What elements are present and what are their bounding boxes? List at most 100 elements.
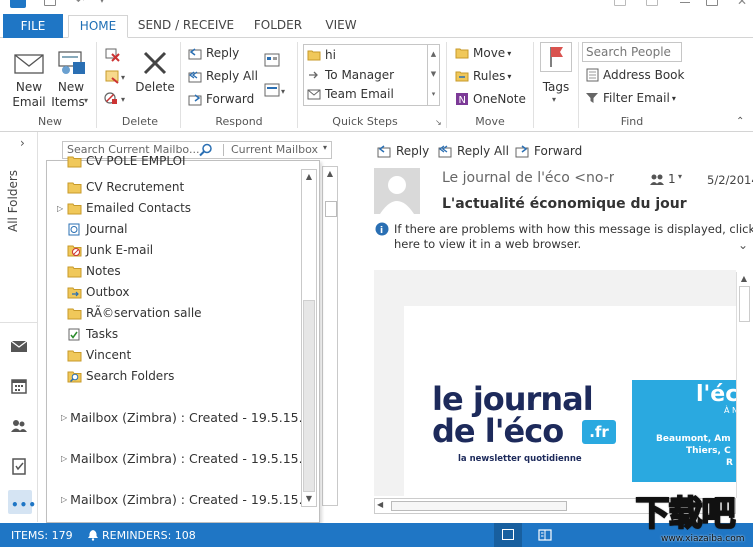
separator xyxy=(578,42,579,128)
gallery-expand[interactable]: ▾ xyxy=(427,85,439,105)
ribbon-display-icon[interactable] xyxy=(646,0,658,6)
watermark-text: 下载吧 xyxy=(635,493,737,535)
onenote-button[interactable]: N OneNote xyxy=(455,92,526,106)
reply-button[interactable]: Reply xyxy=(188,46,239,60)
search-people-input[interactable]: Search People xyxy=(582,42,682,62)
scroll-thumb[interactable] xyxy=(391,501,567,511)
recipient-count[interactable]: 1 xyxy=(668,172,676,186)
rules-button[interactable]: Rules ▾ xyxy=(455,69,511,83)
tab-home[interactable]: HOME xyxy=(68,15,128,38)
minimize-icon[interactable] xyxy=(680,2,690,3)
meeting-icon[interactable] xyxy=(264,52,280,68)
title-bar: ↶ ▾ ✕ xyxy=(0,0,753,11)
ignore-icon[interactable] xyxy=(104,46,120,62)
reply-button[interactable]: Reply xyxy=(376,144,429,158)
scroll-down-icon[interactable]: ▼ xyxy=(302,492,316,506)
delete-button[interactable]: Delete xyxy=(134,46,176,112)
quick-step-item[interactable]: To Manager xyxy=(307,66,394,84)
scroll-up-icon[interactable]: ▲ xyxy=(323,167,337,181)
expand-arrow-icon[interactable]: ▷ xyxy=(61,407,67,428)
folder-item[interactable]: Tasks xyxy=(67,324,118,345)
view-normal-icon[interactable] xyxy=(494,523,522,547)
tags-button[interactable]: Tags ▾ xyxy=(538,42,574,112)
new-items-button[interactable]: New Items ▾ xyxy=(50,46,92,112)
tab-file[interactable]: FILE xyxy=(3,14,63,38)
reading-vscrollbar[interactable]: ▲ xyxy=(736,272,752,498)
clean-up-icon[interactable]: ▾ xyxy=(104,68,130,84)
filter-email-button[interactable]: Filter Email ▾ xyxy=(585,91,676,105)
folder-item[interactable]: RÃ©servation salle xyxy=(67,303,202,324)
save-icon[interactable] xyxy=(44,0,56,6)
more-nav-button[interactable]: ••• xyxy=(8,490,36,514)
expand-folder-pane-icon[interactable]: › xyxy=(20,136,25,150)
quick-step-item[interactable]: Team Email xyxy=(307,85,394,103)
info-bar-text-1[interactable]: If there are problems with how this mess… xyxy=(394,222,753,236)
move-button[interactable]: Move ▾ xyxy=(455,46,511,60)
collapse-ribbon-icon[interactable]: ⌃ xyxy=(736,116,744,127)
mail-icon[interactable] xyxy=(9,336,29,356)
sender-name[interactable]: Le journal de l'éco <no-rep xyxy=(442,170,614,186)
close-icon[interactable]: ✕ xyxy=(737,0,747,8)
bell-icon xyxy=(88,530,98,541)
gallery-scroll-down[interactable]: ▼ xyxy=(427,65,439,85)
expand-arrow-icon[interactable]: ▷ xyxy=(61,489,67,510)
folder-item-partial[interactable]: CV POLE EMPLOI xyxy=(67,151,186,172)
folder-item[interactable]: Journal xyxy=(67,219,128,240)
scroll-up-icon[interactable]: ▲ xyxy=(737,272,751,286)
search-icon[interactable] xyxy=(199,143,213,157)
chevron-down-icon[interactable]: ▾ xyxy=(678,172,682,181)
folder-item[interactable]: Notes xyxy=(67,261,121,282)
folder-item[interactable]: Search Folders xyxy=(67,366,174,387)
rules-icon xyxy=(455,71,469,82)
folder-item[interactable]: ▷ Emailed Contacts xyxy=(57,198,191,219)
folder-item[interactable]: Junk E-mail xyxy=(67,240,153,261)
mailbox-item[interactable]: ▷ Mailbox (Zimbra) : Created - 19.5.15... xyxy=(61,448,311,469)
quick-step-item[interactable]: hi xyxy=(307,46,336,64)
banner-subtitle: À N xyxy=(724,406,736,415)
mailbox-item[interactable]: ▷ Mailbox (Zimbra) : Created - 19.5.15... xyxy=(61,489,311,510)
address-book-button[interactable]: Address Book xyxy=(585,68,684,82)
search-scope-dropdown[interactable]: Current Mailbox xyxy=(231,143,318,156)
more-respond-icon[interactable]: ▾ xyxy=(264,82,290,98)
folder-item[interactable]: Outbox xyxy=(67,282,129,303)
people-icon[interactable] xyxy=(9,416,29,436)
view-reading-icon[interactable] xyxy=(538,529,552,541)
scroll-thumb[interactable] xyxy=(325,201,337,217)
scroll-up-icon[interactable]: ▲ xyxy=(302,170,316,184)
chevron-down-icon[interactable]: ▾ xyxy=(323,143,327,152)
info-bar-text-2[interactable]: here to view it in a web browser. xyxy=(394,237,581,251)
tab-send-receive[interactable]: SEND / RECEIVE xyxy=(136,15,236,38)
folder-pane-scrollbar[interactable]: ▲ ▼ xyxy=(301,169,317,507)
qat-dropdown-icon[interactable]: ▾ xyxy=(100,0,104,5)
gallery-scroll-up[interactable]: ▲ xyxy=(427,45,439,65)
message-list-scrollbar[interactable]: ▲ xyxy=(322,166,338,506)
tab-view[interactable]: VIEW xyxy=(318,15,364,38)
maximize-icon[interactable] xyxy=(706,0,718,6)
all-folders-label[interactable]: All Folders xyxy=(6,170,20,232)
junk-icon[interactable]: ▾ xyxy=(104,90,130,106)
scroll-thumb[interactable] xyxy=(303,300,315,492)
ribbon: New Email New Items ▾ New ▾ ▾ Delete Del… xyxy=(0,38,753,132)
reminders-count[interactable]: REMINDERS: 108 xyxy=(102,529,196,542)
undo-icon[interactable]: ↶ xyxy=(76,0,84,7)
outlook-window: ↶ ▾ ✕ FILE HOME SEND / RECEIVE FOLDER VI… xyxy=(0,0,753,547)
forward-button[interactable]: Forward xyxy=(188,92,254,106)
scroll-thumb[interactable] xyxy=(739,286,750,322)
expand-header-icon[interactable]: ⌄ xyxy=(738,238,748,252)
tasks-icon[interactable] xyxy=(9,456,29,476)
expand-arrow-icon[interactable]: ▷ xyxy=(57,198,63,219)
help-icon[interactable] xyxy=(614,0,626,6)
reply-all-button[interactable]: Reply All xyxy=(188,69,258,83)
banner-title: l'éco xyxy=(696,382,736,407)
folder-item[interactable]: CV Recrutement xyxy=(67,177,184,198)
calendar-icon[interactable] xyxy=(9,376,29,396)
reply-all-button[interactable]: Reply All xyxy=(437,144,509,158)
folder-item[interactable]: Vincent xyxy=(67,345,131,366)
dialog-launcher-icon[interactable]: ↘ xyxy=(435,118,442,127)
mailbox-item[interactable]: ▷ Mailbox (Zimbra) : Created - 19.5.15... xyxy=(61,407,311,428)
expand-arrow-icon[interactable]: ▷ xyxy=(61,448,67,469)
tab-folder[interactable]: FOLDER xyxy=(248,15,308,38)
scroll-left-icon[interactable]: ◀ xyxy=(377,500,383,509)
forward-button[interactable]: Forward xyxy=(514,144,582,158)
new-email-button[interactable]: New Email xyxy=(8,46,50,112)
